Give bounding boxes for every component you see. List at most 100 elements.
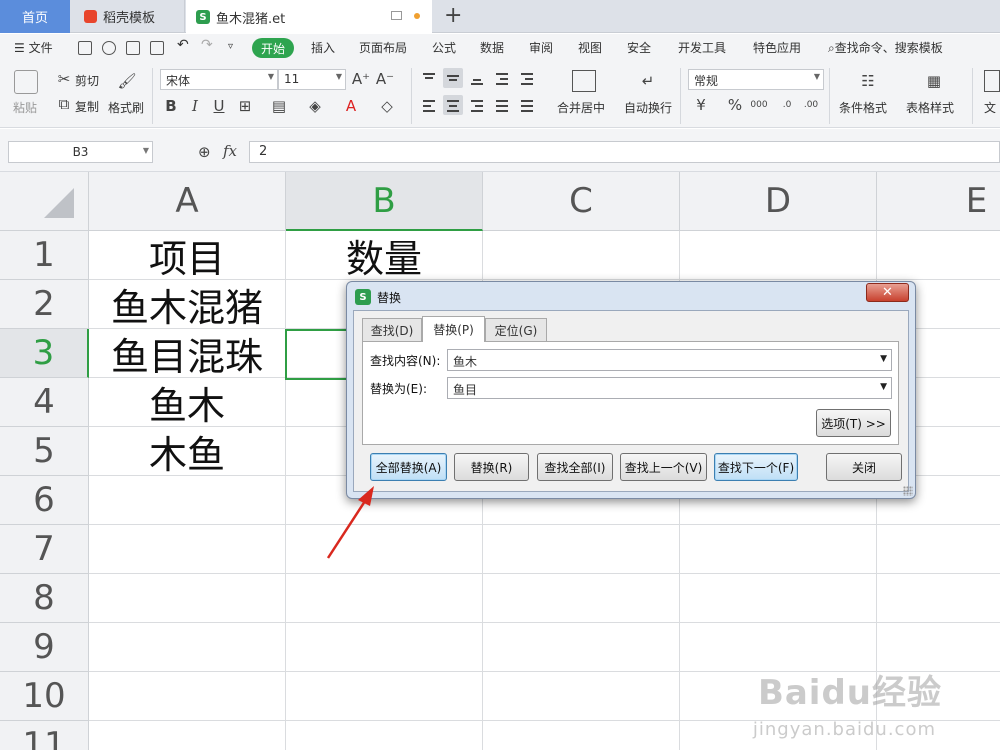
print-icon[interactable] (126, 41, 140, 55)
conditional-format-icon[interactable]: ☷ (856, 70, 880, 92)
percent-icon[interactable]: % (726, 96, 744, 114)
cell-a3[interactable]: 鱼目混珠 (89, 329, 285, 379)
export-pdf-icon[interactable] (102, 41, 116, 55)
menu-special[interactable]: 特色应用 (753, 39, 801, 56)
decrease-font-icon[interactable]: A⁻ (376, 70, 394, 88)
menu-start[interactable]: 开始 (252, 38, 294, 58)
justify-icon[interactable] (492, 95, 512, 115)
align-bottom-icon[interactable] (467, 68, 487, 88)
print-preview-icon[interactable] (150, 41, 164, 55)
column-header-d[interactable]: D (680, 172, 877, 231)
border-icon[interactable]: ⊞ (236, 97, 254, 115)
decrease-indent-icon[interactable] (492, 68, 512, 88)
paste-icon[interactable] (14, 70, 38, 94)
close-icon[interactable]: ✕ (866, 283, 909, 302)
menu-view[interactable]: 视图 (578, 39, 602, 56)
menu-formula[interactable]: 公式 (432, 39, 456, 56)
underline-icon[interactable]: U (210, 97, 228, 115)
tab-document[interactable]: S 鱼木混猪.et (186, 0, 432, 34)
cell-a5[interactable]: 木鱼 (89, 427, 285, 477)
font-color-icon[interactable]: A (342, 97, 360, 115)
cell-a1[interactable]: 项目 (89, 231, 285, 281)
copy-icon[interactable]: ⧉ (55, 95, 73, 113)
column-header-e[interactable]: E (877, 172, 1000, 231)
align-center-icon[interactable] (443, 95, 463, 115)
menu-page-layout[interactable]: 页面布局 (359, 39, 407, 56)
increase-font-icon[interactable]: A⁺ (352, 70, 370, 88)
row-header-4[interactable]: 4 (0, 378, 89, 427)
cell-a2[interactable]: 鱼木混猪 (89, 280, 285, 330)
table-style-icon[interactable]: ▦ (922, 70, 946, 92)
tab-template[interactable]: 稻壳模板 (70, 0, 185, 33)
format-painter-icon[interactable]: 🖌 (116, 70, 138, 92)
find-previous-button[interactable]: 查找上一个(V) (620, 453, 707, 481)
bold-icon[interactable]: B (162, 97, 180, 115)
doc-helper-label[interactable]: 文 (984, 99, 996, 116)
column-header-a[interactable]: A (89, 172, 286, 231)
options-button[interactable]: 选项(T) >> (816, 409, 891, 437)
find-input[interactable]: 鱼木 ▼ (447, 349, 892, 371)
menu-review[interactable]: 审阅 (529, 39, 553, 56)
menu-developer[interactable]: 开发工具 (678, 39, 726, 56)
customize-dropdown-icon[interactable]: ▿ (228, 41, 233, 52)
number-format-select[interactable]: 常规 ▼ (688, 69, 824, 90)
merge-center-icon[interactable] (572, 70, 596, 92)
replace-input[interactable]: 鱼目 ▼ (447, 377, 892, 399)
paste-label[interactable]: 粘贴 (13, 99, 37, 116)
thousands-icon[interactable]: 000 (750, 96, 768, 114)
fill-color-icon[interactable]: ◈ (306, 97, 324, 115)
tab-find[interactable]: 查找(D) (362, 318, 422, 341)
chevron-down-icon[interactable]: ▼ (880, 354, 887, 364)
row-header-11[interactable]: 11 (0, 721, 89, 750)
find-all-button[interactable]: 查找全部(I) (537, 453, 613, 481)
row-header-8[interactable]: 8 (0, 574, 89, 623)
replace-all-button[interactable]: 全部替换(A) (370, 453, 447, 481)
wrap-text-icon[interactable]: ↵ (636, 70, 660, 92)
doc-helper-icon[interactable] (984, 70, 1000, 92)
menu-security[interactable]: 安全 (627, 39, 651, 56)
dialog-titlebar[interactable]: S 替换 (355, 287, 401, 307)
align-left-icon[interactable] (419, 95, 439, 115)
monitor-icon[interactable] (391, 11, 402, 20)
select-all-corner[interactable] (0, 172, 89, 231)
name-box[interactable]: B3 ▼ (8, 141, 153, 163)
fill-pattern-icon[interactable]: ▤ (270, 97, 288, 115)
resize-grip-icon[interactable] (903, 486, 913, 496)
row-header-1[interactable]: 1 (0, 231, 89, 280)
menu-data[interactable]: 数据 (480, 39, 504, 56)
merge-center-label[interactable]: 合并居中 (557, 99, 605, 116)
tab-goto[interactable]: 定位(G) (485, 318, 547, 341)
row-header-2[interactable]: 2 (0, 280, 89, 329)
row-header-7[interactable]: 7 (0, 525, 89, 574)
fx-icon[interactable]: fx (223, 142, 237, 160)
row-header-10[interactable]: 10 (0, 672, 89, 721)
close-button[interactable]: 关闭 (826, 453, 902, 481)
distributed-icon[interactable] (517, 95, 537, 115)
tab-replace[interactable]: 替换(P) (422, 316, 485, 342)
replace-button[interactable]: 替换(R) (454, 453, 529, 481)
row-header-9[interactable]: 9 (0, 623, 89, 672)
add-decimal-icon[interactable]: .0 (778, 96, 796, 114)
align-right-icon[interactable] (467, 95, 487, 115)
save-icon[interactable] (78, 41, 92, 55)
increase-indent-icon[interactable] (517, 68, 537, 88)
formula-input[interactable]: 2 (249, 141, 1000, 163)
currency-icon[interactable]: ¥ (692, 96, 710, 114)
undo-icon[interactable]: ↶ (177, 37, 189, 53)
find-next-button[interactable]: 查找下一个(F) (714, 453, 798, 481)
column-header-b[interactable]: B (286, 172, 483, 231)
align-middle-icon[interactable] (443, 68, 463, 88)
cut-label[interactable]: 剪切 (75, 72, 99, 89)
tab-home[interactable]: 首页 (0, 0, 70, 33)
conditional-format-label[interactable]: 条件格式 (839, 99, 887, 116)
zoom-search-icon[interactable]: ⊕ (198, 143, 211, 161)
font-size-select[interactable]: 11 ▼ (278, 69, 346, 90)
cell-b1[interactable]: 数量 (286, 231, 482, 281)
italic-icon[interactable]: I (186, 97, 204, 115)
copy-label[interactable]: 复制 (75, 98, 99, 115)
menu-insert[interactable]: 插入 (311, 39, 335, 56)
scissors-icon[interactable]: ✂ (55, 70, 73, 88)
column-header-c[interactable]: C (483, 172, 680, 231)
table-style-label[interactable]: 表格样式 (906, 99, 954, 116)
clear-format-icon[interactable]: ◇ (378, 97, 396, 115)
